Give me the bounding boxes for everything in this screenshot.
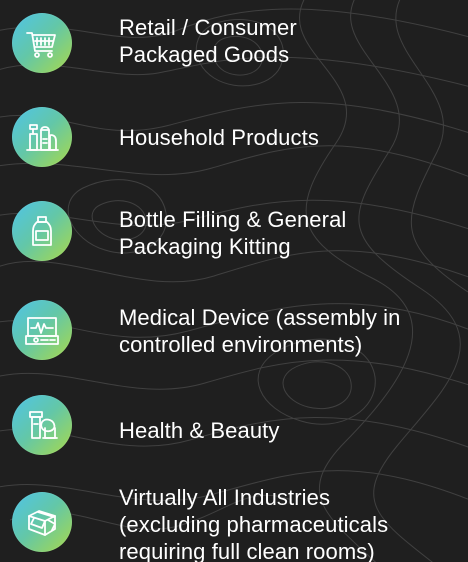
cleaning-products-icon: [26, 124, 59, 151]
industry-label-line: Retail / Consumer: [119, 15, 297, 40]
industry-item-retail: Retail / Consumer Packaged Goods: [0, 5, 468, 75]
beauty-products-icon: [29, 411, 58, 439]
industry-label-line: controlled environments): [119, 332, 363, 357]
industry-label: Health & Beauty: [119, 417, 464, 444]
industry-item-all-industries: Virtually All Industries (excluding phar…: [0, 484, 468, 562]
industry-label-line: Bottle Filling & General: [119, 207, 347, 232]
industry-label-line: Medical Device (assembly in: [119, 305, 401, 330]
heart-monitor-icon: [25, 317, 59, 345]
industry-label: Retail / Consumer Packaged Goods: [119, 14, 464, 68]
industry-label: Bottle Filling & General Packaging Kitti…: [119, 206, 464, 260]
industry-label: Virtually All Industries (excluding phar…: [119, 484, 464, 562]
industry-item-bottle-filling: Bottle Filling & General Packaging Kitti…: [0, 193, 468, 263]
industry-item-medical-device: Medical Device (assembly in controlled e…: [0, 292, 468, 362]
industry-label: Medical Device (assembly in controlled e…: [119, 304, 464, 358]
bottle-icon: [32, 216, 52, 246]
industry-label-line: requiring full clean rooms): [119, 539, 375, 562]
beauty-products-badge: [12, 395, 72, 455]
bottle-badge: [12, 201, 72, 261]
industry-label-line: Health & Beauty: [119, 418, 280, 443]
industry-item-household: Household Products: [0, 99, 468, 169]
industries-panel: Retail / Consumer Packaged Goods Househo…: [0, 0, 468, 562]
industry-label-line: Virtually All Industries: [119, 485, 331, 510]
boxes-badge: [12, 492, 72, 552]
industry-label-line: Packaged Goods: [119, 42, 290, 67]
industry-label-line: Household Products: [119, 125, 319, 150]
boxes-icon: [28, 510, 56, 536]
industry-label-line: Packaging Kitting: [119, 234, 291, 259]
shopping-cart-icon: [26, 32, 56, 58]
cleaning-products-badge: [12, 107, 72, 167]
industry-item-health-beauty: Health & Beauty: [0, 387, 468, 457]
heart-monitor-badge: [12, 300, 72, 360]
shopping-cart-badge: [12, 13, 72, 73]
topographic-background-pattern: [0, 0, 468, 562]
industry-label-line: (excluding pharmaceuticals: [119, 512, 389, 537]
industry-label: Household Products: [119, 124, 464, 151]
